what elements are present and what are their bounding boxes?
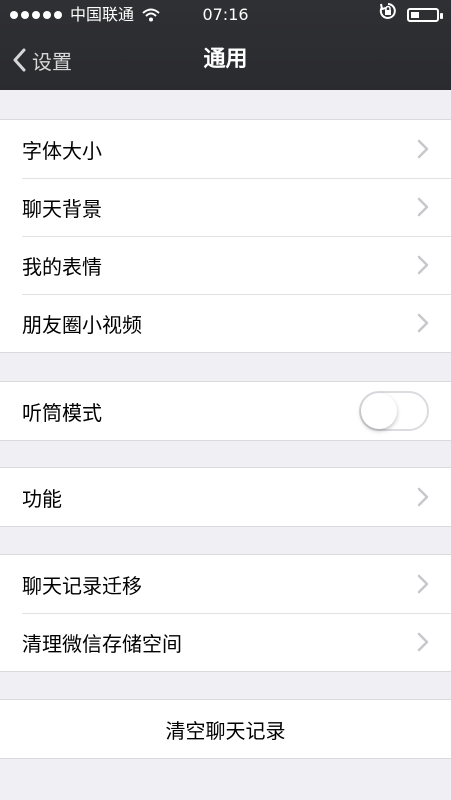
row-label: 清理微信存储空间 — [22, 631, 182, 656]
chevron-right-icon — [417, 197, 429, 217]
row-label: 功能 — [22, 486, 62, 511]
earpiece-mode-row: 听筒模式 — [0, 382, 451, 440]
chat-migration-row[interactable]: 聊天记录迁移 — [0, 555, 451, 613]
button-label: 清空聊天记录 — [165, 718, 286, 743]
battery-level — [411, 12, 419, 18]
chat-background-row[interactable]: 聊天背景 — [0, 178, 451, 236]
font-size-row[interactable]: 字体大小 — [0, 120, 451, 178]
moments-video-row[interactable]: 朋友圈小视频 — [0, 294, 451, 352]
page-title: 通用 — [203, 47, 248, 72]
my-stickers-row[interactable]: 我的表情 — [0, 236, 451, 294]
clear-history-group: 清空聊天记录 — [0, 699, 451, 759]
features-row[interactable]: 功能 — [0, 468, 451, 526]
features-group: 功能 — [0, 467, 451, 527]
clear-storage-row[interactable]: 清理微信存储空间 — [0, 613, 451, 671]
chevron-right-icon — [417, 574, 429, 594]
row-label: 朋友圈小视频 — [22, 312, 142, 337]
chevron-right-icon — [417, 139, 429, 159]
chevron-right-icon — [417, 313, 429, 333]
row-label: 聊天背景 — [22, 196, 102, 221]
general-settings-screen: 中国联通 07:16 设置 通用 字体大小 聊天背景 我的表情 朋友圈小视频 听… — [0, 0, 451, 800]
row-label: 我的表情 — [22, 254, 102, 279]
row-label: 字体大小 — [22, 138, 102, 163]
display-settings-group: 字体大小 聊天背景 我的表情 朋友圈小视频 — [0, 119, 451, 353]
earpiece-mode-toggle[interactable] — [359, 391, 429, 431]
earpiece-mode-group: 听筒模式 — [0, 381, 451, 441]
chevron-right-icon — [417, 487, 429, 507]
toggle-knob — [361, 393, 397, 429]
chevron-right-icon — [417, 632, 429, 652]
rotation-lock-icon — [379, 0, 397, 30]
battery-icon — [407, 8, 443, 22]
chevron-right-icon — [417, 255, 429, 275]
status-right — [379, 0, 443, 30]
row-label: 听筒模式 — [22, 400, 102, 425]
row-label: 聊天记录迁移 — [22, 573, 142, 598]
chat-records-group: 聊天记录迁移 清理微信存储空间 — [0, 554, 451, 672]
top-bar: 中国联通 07:16 设置 通用 — [0, 0, 451, 90]
navigation-bar: 设置 通用 — [0, 30, 451, 90]
clear-chat-history-button[interactable]: 清空聊天记录 — [0, 700, 451, 758]
status-bar: 中国联通 07:16 — [0, 0, 451, 30]
